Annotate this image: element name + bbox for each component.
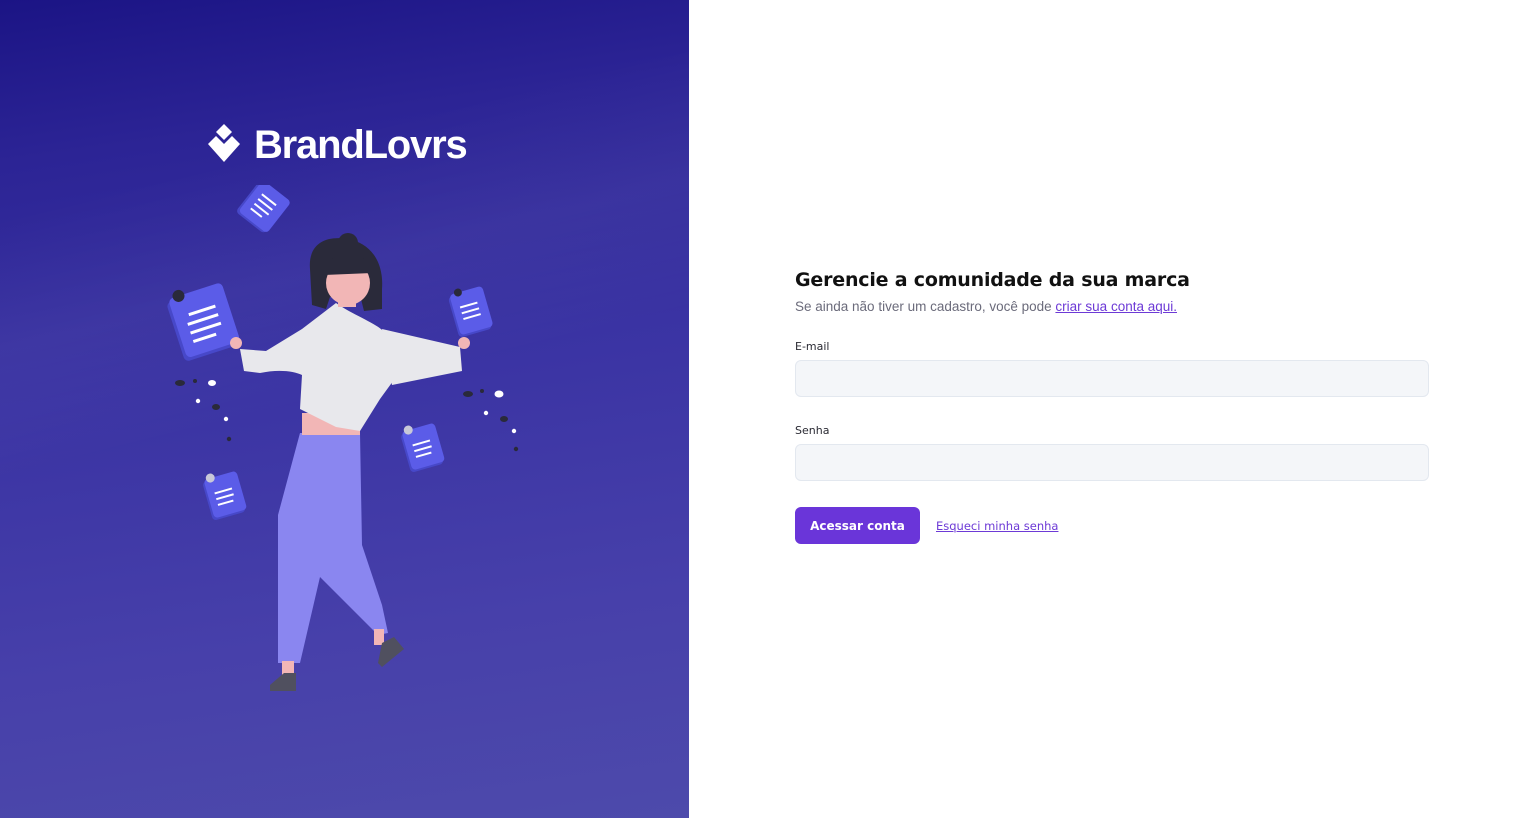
password-field[interactable] [795,444,1429,481]
email-label: E-mail [795,340,830,353]
forgot-password-link[interactable]: Esqueci minha senha [936,519,1058,533]
signup-link[interactable]: criar sua conta aqui. [1055,299,1177,314]
password-label: Senha [795,424,830,437]
person-juggling-documents-illustration [167,185,519,691]
submit-button[interactable]: Acessar conta [795,507,920,544]
login-form: Gerencie a comunidade da sua marca Se ai… [795,266,1429,544]
email-field[interactable] [795,360,1429,397]
brand-name: BrandLovrs [254,123,468,167]
brand-panel: BrandLovrs [0,0,689,818]
signup-hint: Se ainda não tiver um cadastro, você pod… [795,298,1429,316]
signup-hint-text: Se ainda não tiver um cadastro, você pod… [795,299,1056,314]
password-field-group: Senha [795,424,1429,481]
diamond-logo-icon [208,124,240,162]
page-title: Gerencie a comunidade da sua marca [795,269,1190,291]
login-panel: Gerencie a comunidade da sua marca Se ai… [689,0,1535,818]
email-field-group: E-mail [795,340,1429,397]
form-actions: Acessar conta Esqueci minha senha [795,507,1429,544]
brand-logo: BrandLovrs [208,123,468,167]
login-page: BrandLovrs Gerencie a comunidade da sua … [0,0,1535,818]
